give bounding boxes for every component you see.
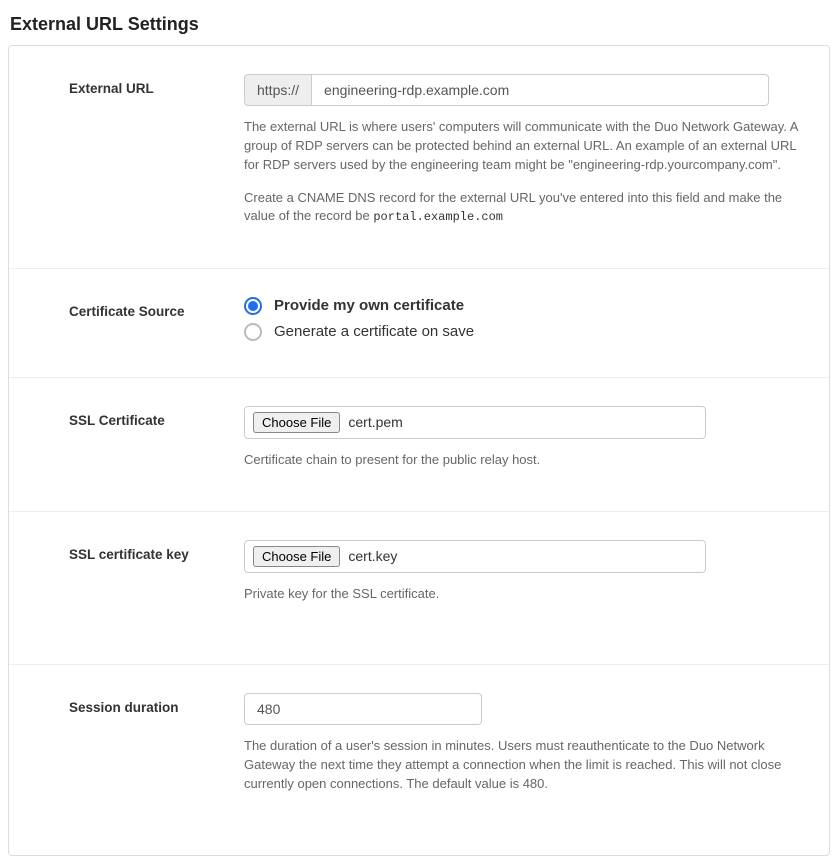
- external-url-input[interactable]: [311, 74, 769, 106]
- ssl-key-help: Private key for the SSL certificate.: [244, 585, 811, 604]
- choose-file-button[interactable]: Choose File: [253, 412, 340, 433]
- row-cert-source: Certificate Source Provide my own certif…: [9, 268, 829, 377]
- settings-panel: External URL https:// The external URL i…: [8, 45, 830, 856]
- radio-icon: [244, 297, 262, 315]
- radio-label: Provide my own certificate: [274, 297, 464, 314]
- row-external-url: External URL https:// The external URL i…: [9, 46, 829, 268]
- ssl-key-filename: cert.key: [348, 548, 397, 564]
- session-duration-label: Session duration: [69, 700, 179, 715]
- external-url-label: External URL: [69, 81, 154, 96]
- ssl-cert-filename: cert.pem: [348, 414, 402, 430]
- radio-generate-cert[interactable]: Generate a certificate on save: [244, 323, 811, 341]
- external-url-help-1: The external URL is where users' compute…: [244, 118, 811, 175]
- ssl-cert-file-input[interactable]: Choose File cert.pem: [244, 406, 706, 439]
- radio-label: Generate a certificate on save: [274, 323, 474, 340]
- cname-value-code: portal.example.com: [373, 210, 503, 224]
- ssl-key-file-input[interactable]: Choose File cert.key: [244, 540, 706, 573]
- session-duration-input[interactable]: [244, 693, 482, 725]
- cname-help-text: Create a CNAME DNS record for the extern…: [244, 190, 782, 224]
- choose-file-button[interactable]: Choose File: [253, 546, 340, 567]
- external-url-help-2: Create a CNAME DNS record for the extern…: [244, 189, 811, 227]
- radio-provide-own-cert[interactable]: Provide my own certificate: [244, 297, 811, 315]
- radio-icon: [244, 323, 262, 341]
- row-ssl-cert: SSL Certificate Choose File cert.pem Cer…: [9, 377, 829, 511]
- ssl-cert-help: Certificate chain to present for the pub…: [244, 451, 811, 470]
- url-scheme-addon: https://: [244, 74, 311, 106]
- row-session-duration: Session duration The duration of a user'…: [9, 664, 829, 855]
- ssl-cert-label: SSL Certificate: [69, 413, 165, 428]
- row-ssl-key: SSL certificate key Choose File cert.key…: [9, 511, 829, 665]
- ssl-key-label: SSL certificate key: [69, 547, 189, 562]
- session-duration-help: The duration of a user's session in minu…: [244, 737, 811, 794]
- cert-source-label: Certificate Source: [69, 304, 185, 319]
- section-heading: External URL Settings: [10, 14, 830, 35]
